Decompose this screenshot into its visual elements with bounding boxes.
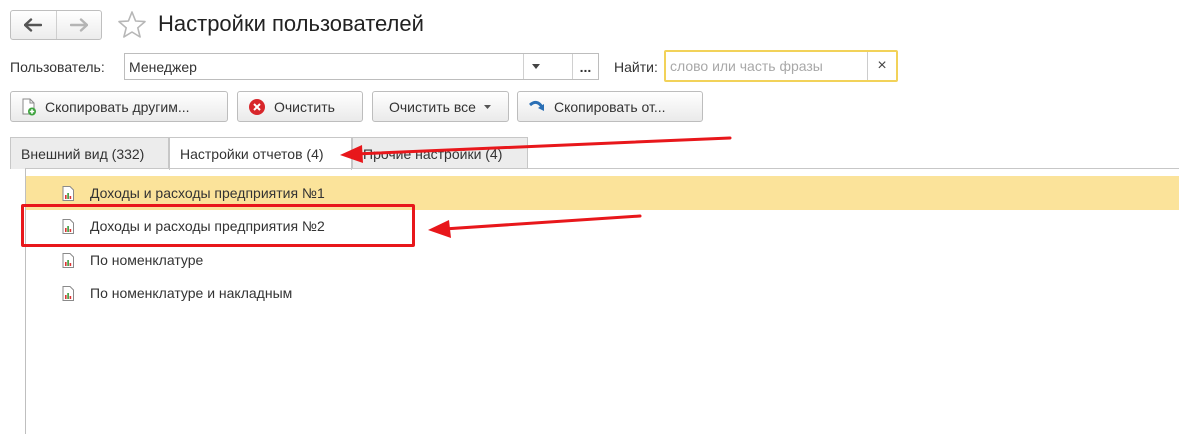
annotation-arrows <box>340 136 732 238</box>
arrow-to-row <box>428 214 642 238</box>
arrow-to-tab <box>340 136 732 163</box>
